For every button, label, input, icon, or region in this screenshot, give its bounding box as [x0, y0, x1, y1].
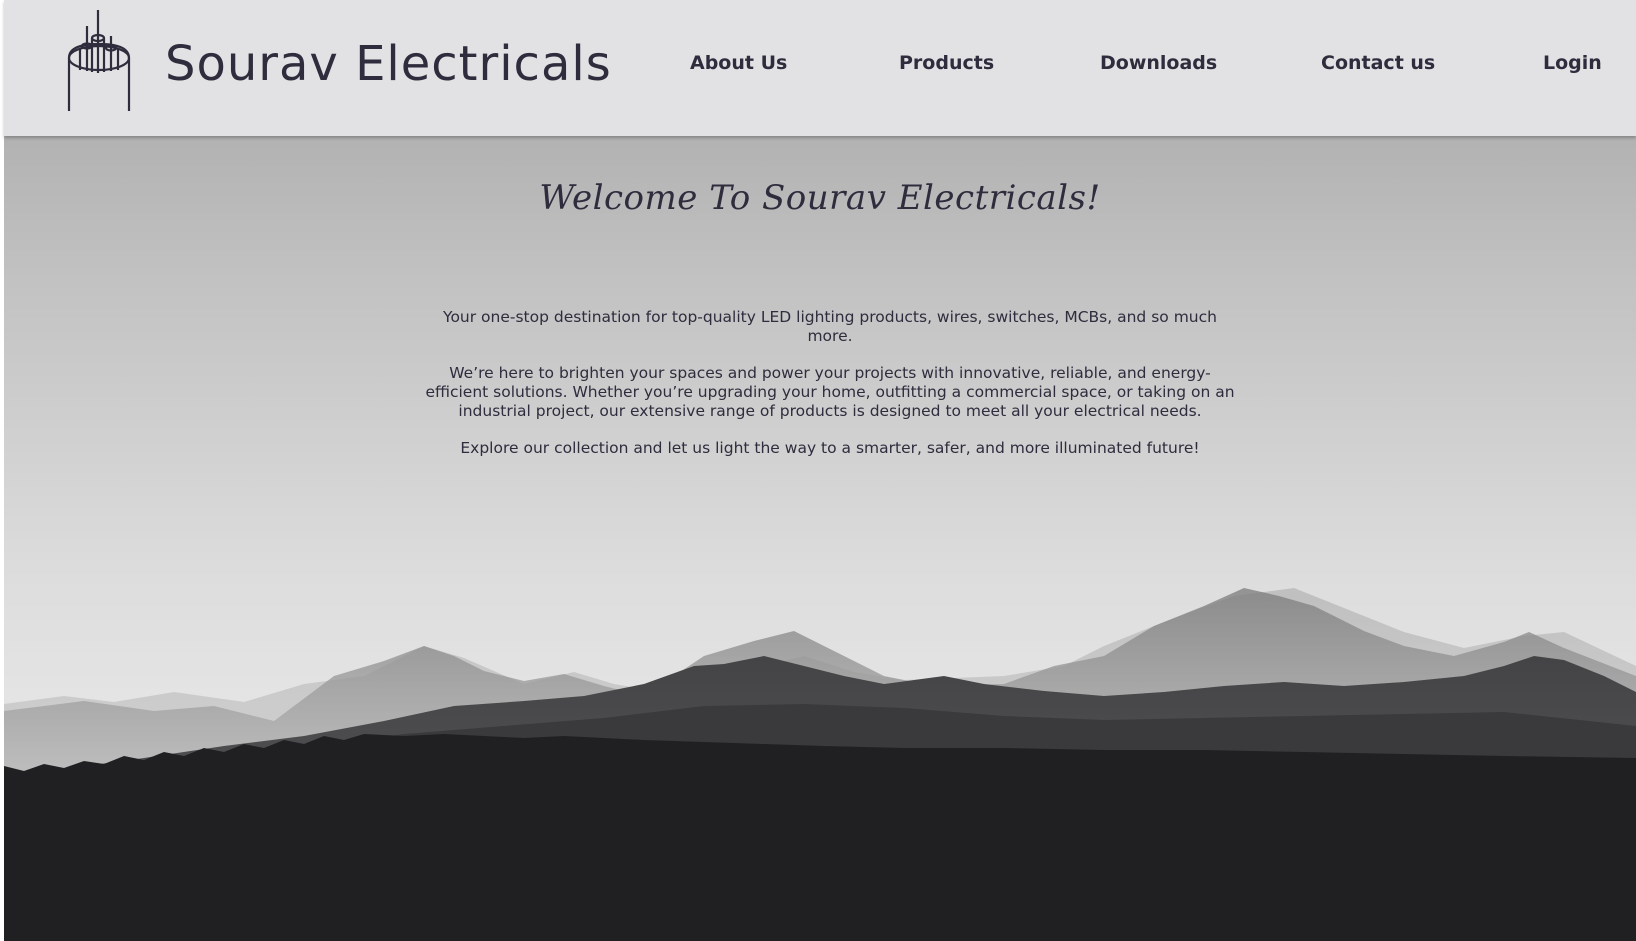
intro-text: Your one-stop destination for top-qualit… [424, 308, 1236, 476]
intro-paragraph-1: Your one-stop destination for top-qualit… [443, 308, 1217, 345]
hero-section: Welcome To Sourav Electricals! Your one-… [4, 136, 1636, 941]
intro-paragraph-3: Explore our collection and let us light … [460, 439, 1200, 457]
brand-name[interactable]: Sourav Electricals [165, 36, 612, 92]
nav-products[interactable]: Products [899, 52, 994, 74]
nav-login[interactable]: Login [1543, 52, 1602, 74]
cable-wires-icon[interactable] [66, 8, 132, 118]
mountain-landscape-image [4, 588, 1636, 941]
nav-downloads[interactable]: Downloads [1100, 52, 1217, 74]
site-header: Sourav Electricals About Us Products Dow… [4, 0, 1636, 136]
nav-contact-us[interactable]: Contact us [1321, 52, 1435, 74]
intro-paragraph-2: We’re here to brighten your spaces and p… [425, 364, 1235, 420]
welcome-heading: Welcome To Sourav Electricals! [539, 178, 1101, 218]
page: Sourav Electricals About Us Products Dow… [0, 0, 1636, 941]
nav-about-us[interactable]: About Us [690, 52, 787, 74]
